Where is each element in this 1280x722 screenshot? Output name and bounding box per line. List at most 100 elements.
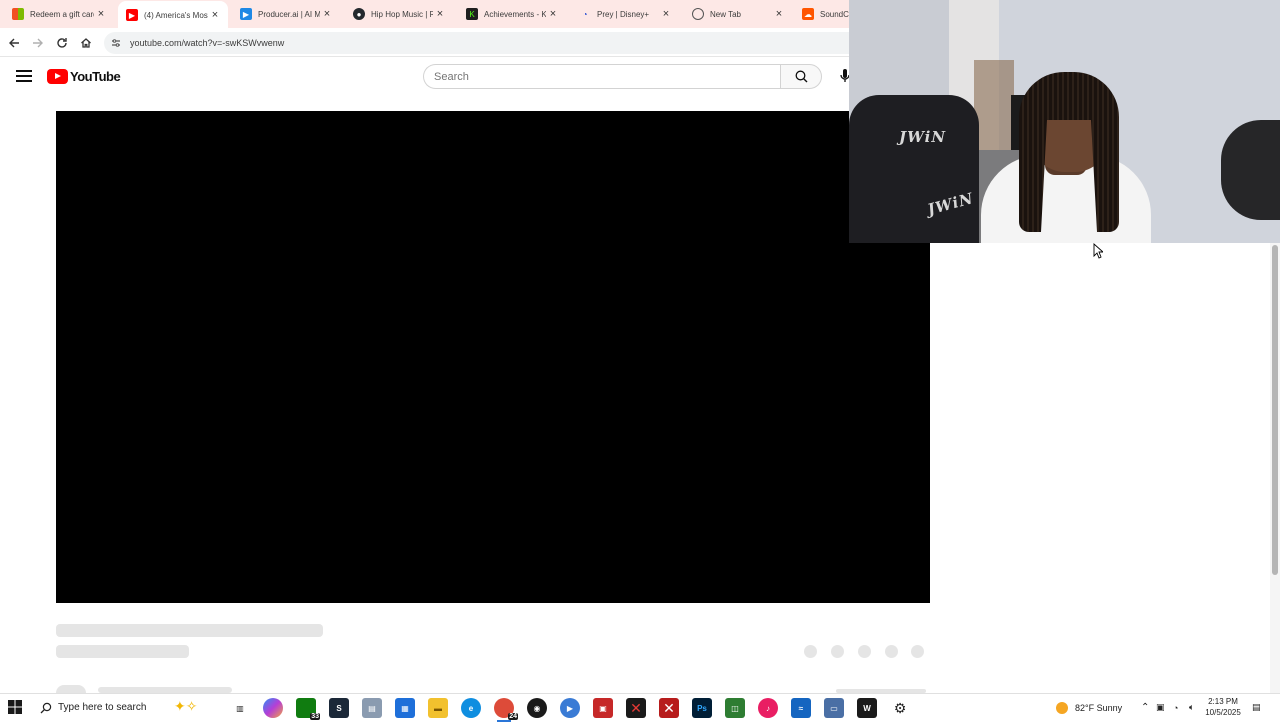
media-icon[interactable]: ▶ — [560, 698, 580, 718]
site-info-icon[interactable] — [110, 37, 122, 49]
close-icon[interactable]: × — [208, 8, 222, 22]
close-icon[interactable]: × — [659, 7, 673, 21]
youtube-logo-text: YouTube — [70, 69, 121, 84]
chrome-icon — [692, 8, 704, 20]
home-icon — [81, 38, 91, 48]
close-icon[interactable]: × — [94, 7, 108, 21]
search-input[interactable] — [434, 65, 764, 88]
weather-widget[interactable]: 82°F Sunny — [1056, 694, 1122, 721]
steam-icon[interactable]: S — [329, 698, 349, 718]
tray-icon-network[interactable]: ◔ — [1173, 694, 1178, 721]
tab-disney-plus[interactable]: ◔ Prey | Disney+ × — [567, 0, 679, 28]
windows-start-button[interactable] — [8, 700, 24, 716]
taskbar-clock[interactable]: 2:13 PM 10/5/2025 — [1200, 696, 1246, 718]
menu-icon[interactable] — [16, 70, 32, 84]
remote-desktop-icon[interactable]: ▭ — [824, 698, 844, 718]
tab-hip-hop-music[interactable]: ● Hip Hop Music | R × — [341, 0, 453, 28]
file-explorer-icon[interactable]: ▬ — [428, 698, 448, 718]
reload-button[interactable] — [53, 34, 71, 52]
photoshop-icon[interactable]: Ps — [692, 698, 712, 718]
app-x-icon[interactable]: ✕ — [659, 698, 679, 718]
taskbar-search-text: Type here to search — [58, 702, 147, 713]
action-skeleton — [804, 645, 817, 658]
close-icon[interactable]: × — [320, 7, 334, 21]
task-view-icon[interactable]: ▥ — [230, 698, 250, 718]
webcam-object — [1221, 120, 1280, 220]
page-scrollbar[interactable] — [1270, 243, 1280, 693]
app-w-icon[interactable]: W — [857, 698, 877, 718]
action-skeleton — [911, 645, 924, 658]
tab-title: (4) America's Most — [144, 10, 208, 20]
tab-redeem-gift-card[interactable]: Redeem a gift card × — [0, 0, 114, 28]
forward-arrow-icon — [33, 38, 43, 48]
tab-title: SoundCl — [820, 9, 851, 19]
xbox-icon[interactable]: 33 — [296, 698, 320, 720]
tab-title: Hip Hop Music | R — [371, 9, 433, 19]
capcut-icon[interactable]: ✕ — [626, 698, 646, 718]
app-green-icon[interactable]: ◫ — [725, 698, 745, 718]
copilot-sparkle-icon: ✦✧ — [174, 698, 198, 714]
tab-soundcloud[interactable]: ☁ SoundCl — [792, 0, 852, 28]
show-hidden-icons-button[interactable]: ⌃ — [1141, 694, 1149, 721]
tab-title: Achievements - Ki — [484, 9, 546, 19]
home-button[interactable] — [77, 34, 95, 52]
youtube-logo[interactable]: YouTube — [47, 69, 121, 84]
tab-youtube[interactable]: ▶ (4) America's Most × — [118, 1, 228, 29]
obs-icon[interactable]: ◉ — [527, 698, 547, 718]
chrome-badge: 24 — [508, 713, 518, 720]
youtube-icon: ▶ — [126, 9, 138, 21]
close-icon[interactable]: × — [772, 7, 786, 21]
tab-new-tab[interactable]: New Tab × — [680, 0, 792, 28]
network-icon: ◔ — [1173, 702, 1179, 713]
app-red-icon[interactable]: ▣ — [593, 698, 613, 718]
close-icon[interactable]: × — [433, 7, 447, 21]
search-box — [423, 64, 781, 89]
scrollbar-thumb[interactable] — [1272, 245, 1278, 575]
back-arrow-icon — [9, 38, 19, 48]
settings-icon[interactable]: ⚙ — [890, 698, 910, 718]
action-skeleton — [831, 645, 844, 658]
webcam-overlay: JWiN JWiN — [849, 0, 1280, 243]
tab-title: Prey | Disney+ — [597, 9, 650, 19]
clock-time: 2:13 PM — [1208, 697, 1238, 706]
windows-taskbar: Type here to search ✦✧ ▥ 33 S ▤ ▦ ▬ e 24… — [0, 693, 1280, 722]
soundcloud-icon: ☁ — [802, 8, 814, 20]
tab-achievements[interactable]: K Achievements - Ki × — [454, 0, 566, 28]
subtitle-skeleton — [56, 645, 189, 658]
chevron-up-icon: ⌃ — [1141, 702, 1150, 713]
webcam-gaming-chair — [849, 95, 979, 243]
volume-icon: 🔈︎ — [1189, 702, 1195, 712]
tray-icon-volume[interactable]: 🔈︎ — [1189, 694, 1194, 721]
youtube-play-icon — [47, 69, 68, 84]
address-bar[interactable]: youtube.com/watch?v=-swKSWvwenw — [104, 32, 864, 54]
back-button[interactable] — [5, 34, 23, 52]
tab-title: Producer.ai | AI Mu — [258, 9, 320, 19]
disney-icon: ◔ — [582, 9, 588, 19]
action-skeleton — [858, 645, 871, 658]
search-button[interactable] — [780, 64, 822, 89]
xbox-badge: 33 — [310, 713, 320, 720]
app-icon[interactable]: ▤ — [362, 698, 382, 718]
forward-button[interactable] — [29, 34, 47, 52]
clock-date: 10/5/2025 — [1205, 708, 1241, 717]
display-icon: ▣ — [1156, 702, 1165, 712]
itunes-icon[interactable]: ♪ — [758, 698, 778, 718]
close-icon[interactable]: × — [546, 7, 560, 21]
producer-icon: ▶ — [240, 8, 252, 20]
waves-icon[interactable]: ≈ — [791, 698, 811, 718]
tab-title: Redeem a gift card — [30, 9, 94, 19]
video-player[interactable] — [56, 111, 930, 603]
tab-producer-ai[interactable]: ▶ Producer.ai | AI Mu × — [228, 0, 340, 28]
chair-logo-text: JWiN — [899, 128, 947, 146]
avatar-skeleton — [56, 685, 86, 693]
microsoft-store-icon[interactable]: ▦ — [395, 698, 415, 718]
tray-icon-1[interactable]: ▣ — [1156, 694, 1165, 721]
sun-icon — [1056, 701, 1068, 714]
reload-icon — [57, 38, 67, 48]
taskbar-search[interactable]: Type here to search ✦✧ — [32, 694, 222, 721]
notification-button[interactable]: ▤ — [1252, 694, 1261, 721]
chrome-icon[interactable]: 24 — [494, 698, 518, 722]
copilot-icon[interactable] — [263, 698, 283, 718]
action-skeleton — [885, 645, 898, 658]
edge-icon[interactable]: e — [461, 698, 481, 718]
